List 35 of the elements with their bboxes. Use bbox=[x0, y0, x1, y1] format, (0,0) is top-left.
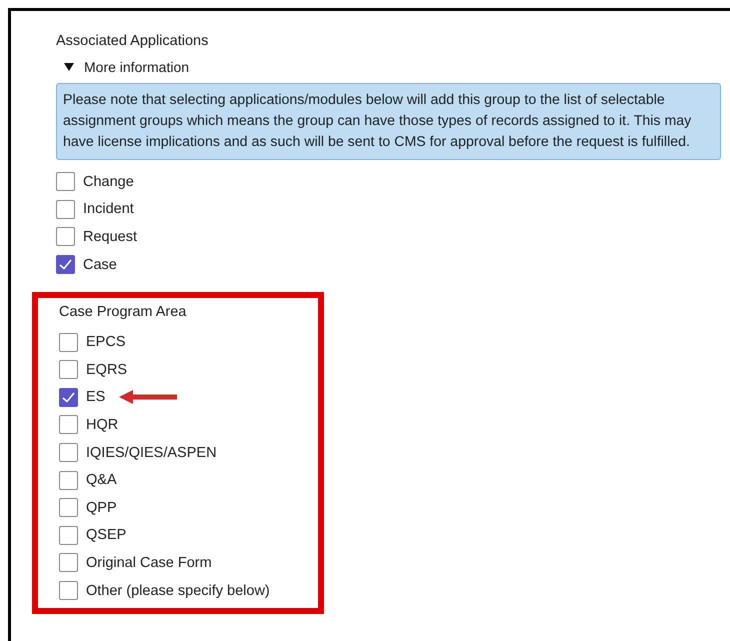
checkbox[interactable] bbox=[59, 553, 78, 572]
checkbox[interactable] bbox=[56, 200, 75, 219]
info-note: Please note that selecting applications/modules below will add this group to the list of selectable assignment groups which means the group can have those types of records assigned to it. This may have license implications and as such will be sent to CMS for approval before the request is fulfilled. bbox=[56, 83, 721, 160]
checkbox-label: Other (please specify below) bbox=[86, 582, 270, 600]
checkbox-label: Request bbox=[83, 228, 138, 246]
checkbox-label: ES bbox=[86, 388, 106, 406]
checkbox-label: Change bbox=[83, 172, 134, 191]
checkbox-label: HQR bbox=[86, 416, 118, 434]
checkbox[interactable] bbox=[59, 332, 78, 352]
checkbox-label: Original Case Form bbox=[86, 554, 212, 572]
checkbox[interactable] bbox=[56, 255, 75, 274]
checkbox[interactable] bbox=[59, 526, 78, 545]
checkbox-label: QPP bbox=[86, 498, 117, 517]
checkbox-label: Q&A bbox=[86, 471, 117, 490]
checkbox[interactable] bbox=[59, 388, 78, 407]
checkbox[interactable] bbox=[59, 443, 78, 462]
checkbox[interactable] bbox=[59, 581, 78, 600]
section-title: Associated Applications bbox=[56, 32, 208, 51]
checkmark-icon bbox=[59, 259, 72, 270]
disclosure-toggle[interactable]: More information bbox=[64, 57, 190, 77]
checkmark-icon bbox=[62, 392, 75, 403]
checkbox[interactable] bbox=[59, 360, 78, 380]
checkbox[interactable] bbox=[56, 227, 75, 246]
checkbox-label: QSEP bbox=[86, 526, 126, 544]
group-title: Case Program Area bbox=[59, 303, 188, 322]
checkbox[interactable] bbox=[59, 415, 78, 434]
checkbox-label: IQIES/QIES/ASPEN bbox=[86, 444, 217, 462]
checkbox-label: Case bbox=[83, 256, 117, 274]
checkbox[interactable] bbox=[59, 470, 78, 490]
checkbox-label: EPCS bbox=[86, 333, 126, 352]
checkbox[interactable] bbox=[56, 172, 75, 192]
checkbox-label: EQRS bbox=[86, 360, 128, 379]
checkbox[interactable] bbox=[59, 498, 78, 518]
caret-icon bbox=[64, 63, 74, 71]
checkbox-label: Incident bbox=[83, 200, 134, 218]
